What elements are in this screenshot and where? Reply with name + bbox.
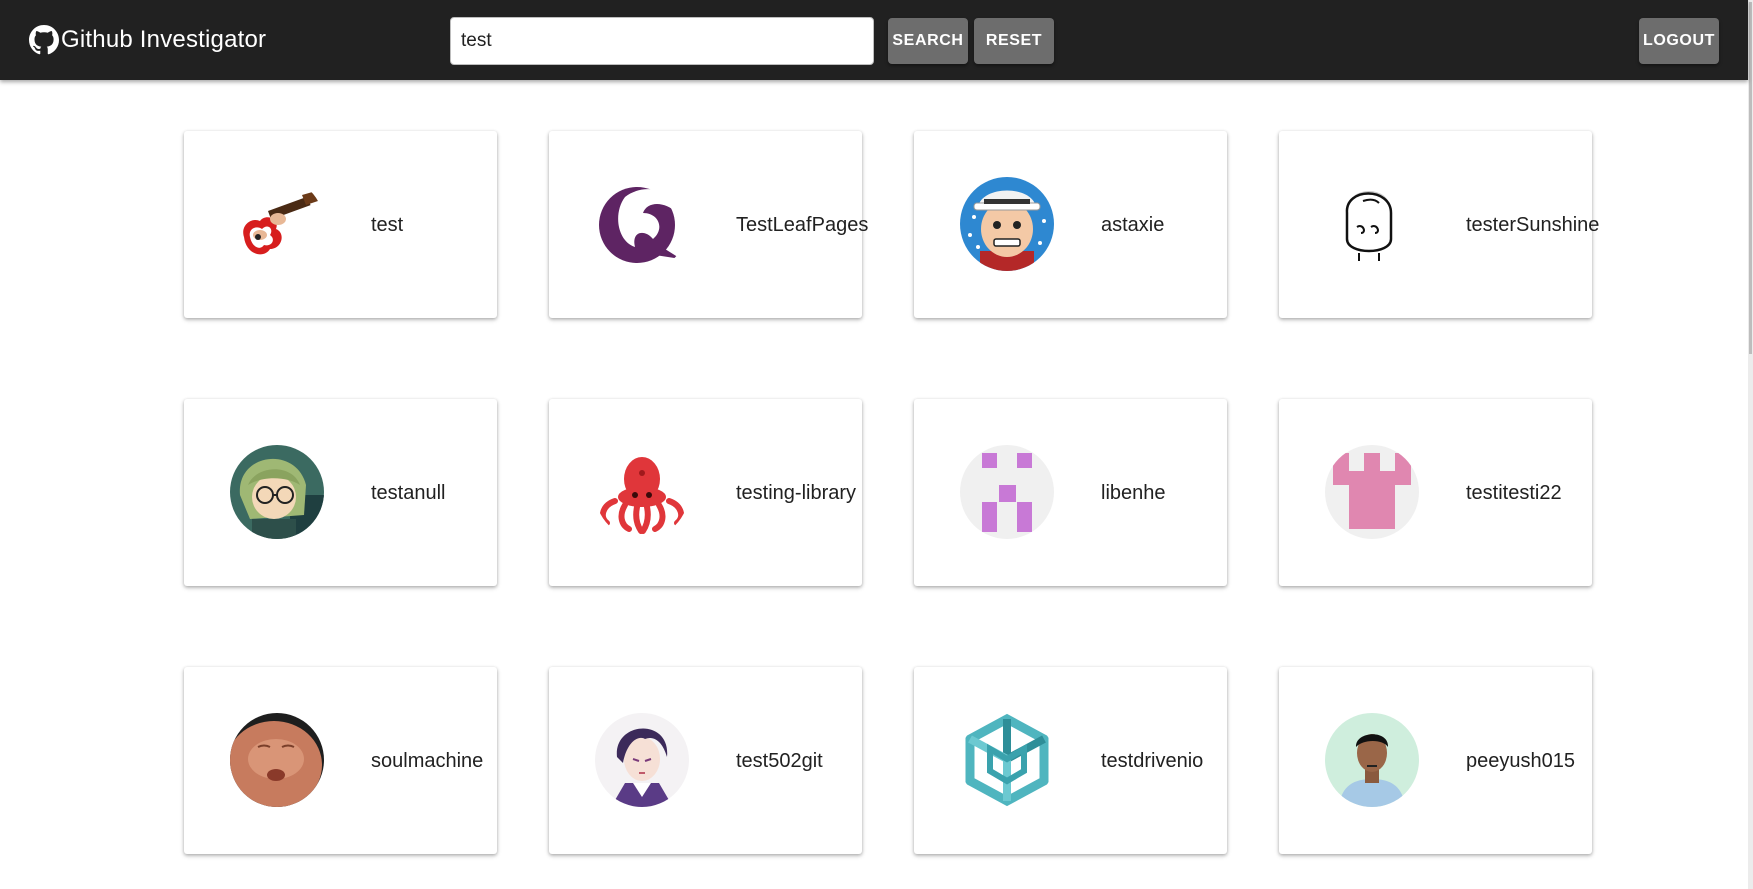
meme-face-avatar[interactable] [1325,177,1419,271]
user-login[interactable]: test [371,211,403,239]
user-card[interactable]: TestLeafPages [549,131,868,318]
scrollbar-thumb[interactable] [1749,2,1752,354]
user-card[interactable]: soulmachine [184,667,497,854]
search-input[interactable] [450,17,874,65]
person-photo-avatar[interactable] [1325,713,1419,807]
user-login[interactable]: libenhe [1101,479,1166,507]
user-login[interactable]: testdrivenio [1101,747,1203,775]
user-login[interactable]: test502git [736,747,823,775]
user-login[interactable]: testerSunshine [1466,211,1599,239]
user-card[interactable]: testanull [184,399,497,586]
user-login[interactable]: TestLeafPages [736,211,868,239]
user-card[interactable]: libenhe [914,399,1227,586]
user-login[interactable]: soulmachine [371,747,483,775]
octopus-avatar[interactable] [595,445,689,539]
user-card[interactable]: test502git [549,667,862,854]
anime-boy-avatar[interactable] [595,713,689,807]
app-bar: Github Investigator SEARCH RESET LOGOUT [0,0,1748,80]
user-login[interactable]: testanull [371,479,446,507]
user-card[interactable]: testing-library [549,399,862,586]
cube-logo-avatar[interactable] [960,713,1054,807]
user-card[interactable]: testerSunshine [1279,131,1599,318]
baby-photo-avatar[interactable] [230,713,324,807]
brand[interactable]: Github Investigator [29,22,266,58]
user-login[interactable]: testitesti22 [1466,479,1562,507]
app-title: Github Investigator [61,26,267,53]
search-button[interactable]: SEARCH [888,18,968,64]
cartoon-face-avatar[interactable] [960,177,1054,271]
anime-girl-avatar[interactable] [230,445,324,539]
user-card[interactable]: astaxie [914,131,1227,318]
purple-wave-avatar[interactable] [595,177,689,271]
github-icon [29,25,59,55]
user-card[interactable]: testdrivenio [914,667,1227,854]
logout-button[interactable]: LOGOUT [1639,18,1719,64]
identicon-violet-avatar[interactable] [960,445,1054,539]
user-card[interactable]: test [184,131,497,318]
guitar-avatar[interactable] [230,177,324,271]
identicon-pink-avatar[interactable] [1325,445,1419,539]
user-card[interactable]: peeyush015 [1279,667,1592,854]
reset-button[interactable]: RESET [974,18,1054,64]
user-login[interactable]: testing-library [736,479,856,507]
user-login[interactable]: astaxie [1101,211,1164,239]
user-login[interactable]: peeyush015 [1466,747,1575,775]
user-card[interactable]: testitesti22 [1279,399,1592,586]
